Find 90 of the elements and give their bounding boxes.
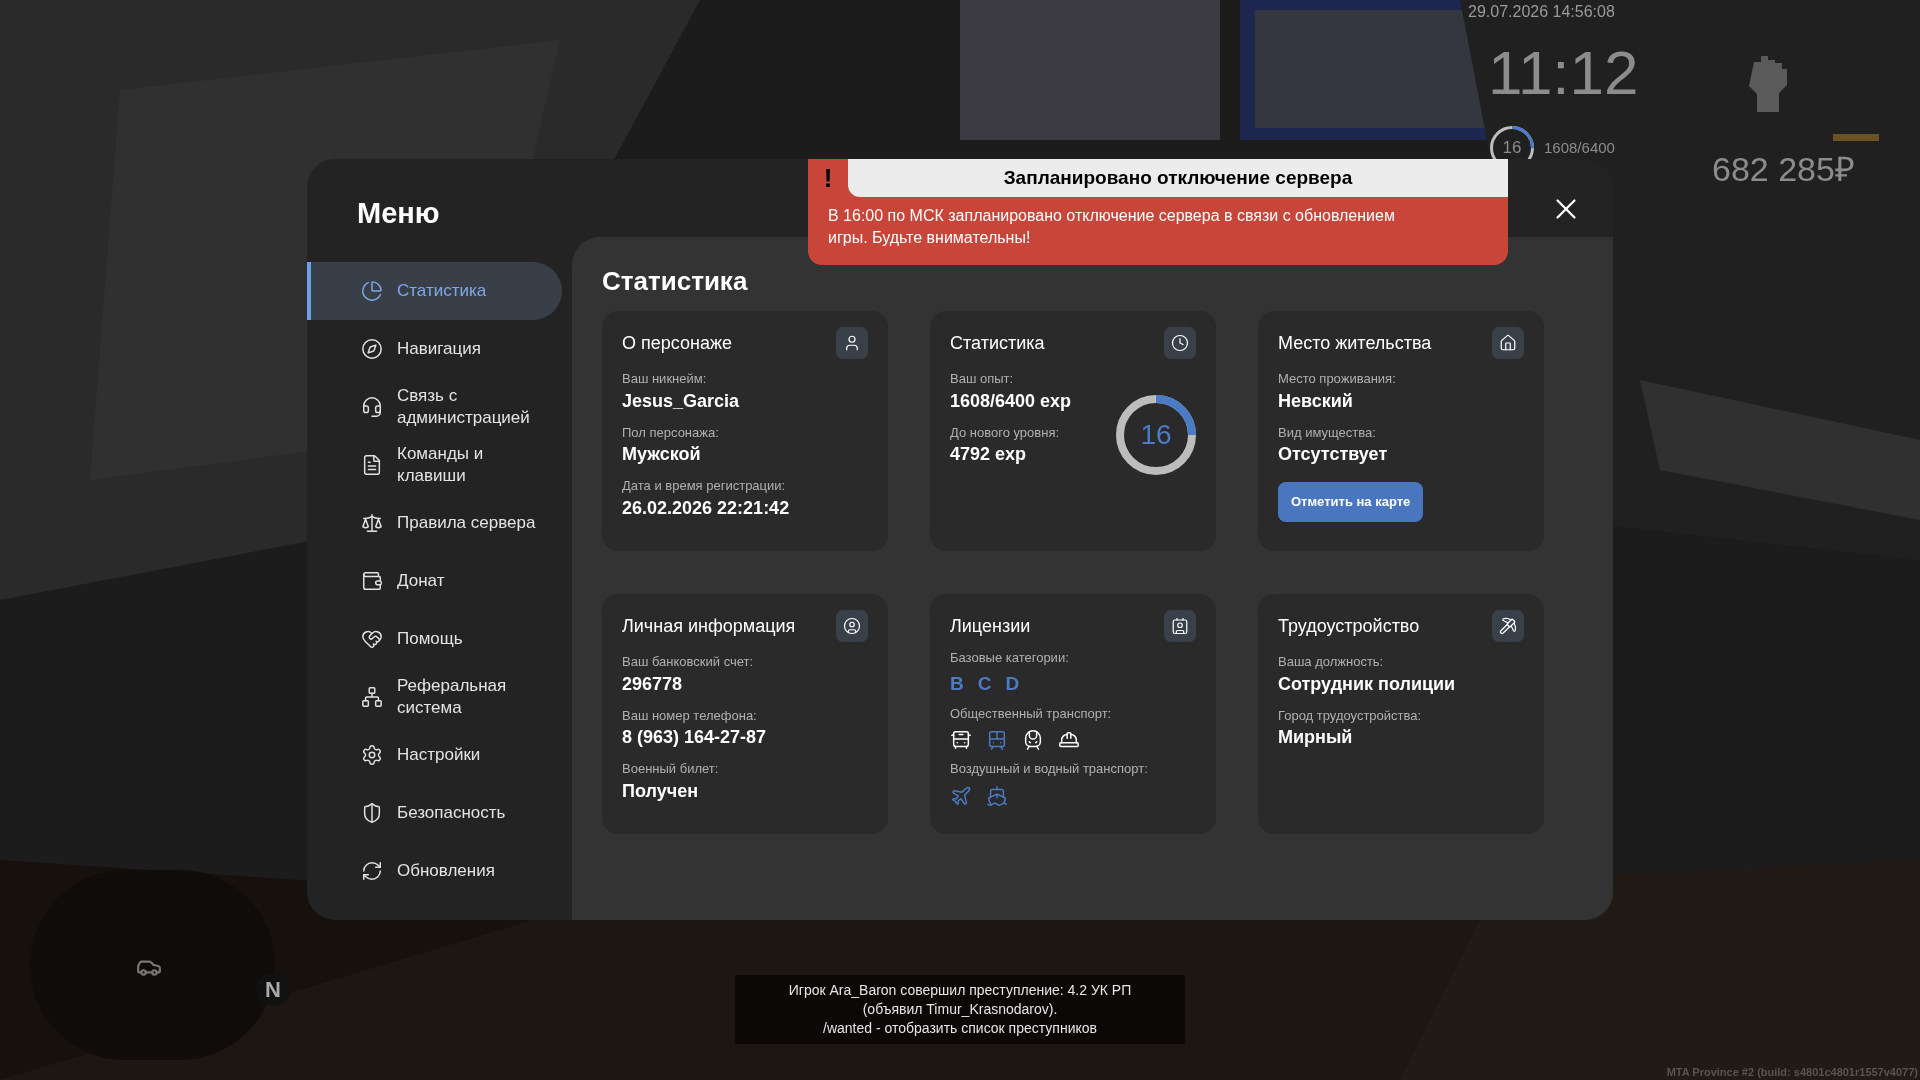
field-value: 26.02.2026 22:21:42 [622,496,791,520]
chat-line: (объявил Timur_Krasnodarov). [862,1000,1058,1019]
headset-icon [361,395,383,418]
sidebar-label: Помощь [397,627,464,650]
sidebar-label: Правила сервера [397,511,537,534]
field-value: Получен [622,779,700,803]
license-category: C [977,672,992,697]
pie-chart-icon [361,279,383,302]
notification-title: Запланировано отключение сервера [848,159,1508,197]
field-label: Ваша должность: [1278,653,1385,671]
sidebar-item[interactable]: Команды и клавиши [307,435,562,494]
scales-icon [361,511,383,534]
sidebar-label: Навигация [397,337,482,360]
clock: 11:12 [1488,42,1639,104]
card-title: Статистика [950,331,1045,355]
field-label: Ваш опыт: [950,370,1015,388]
field-value: Сотрудник полиции [1278,672,1457,696]
sidebar-item[interactable]: Настройки [307,725,562,784]
license-category: D [1005,672,1020,697]
pickaxe-icon [1492,610,1524,642]
field-value: Невский [1278,389,1354,413]
field-value: 4792 exp [950,443,1028,466]
sidebar-label: Обновления [397,859,496,882]
sidebar-item[interactable]: Помощь [307,609,562,668]
mark-on-map-button[interactable]: Отметить на карте [1278,482,1424,522]
card-title: О персонаже [622,331,732,355]
field-label: Дата и время регистрации: [622,477,787,495]
section-heading: Статистика [602,265,749,297]
field-label: Вид имущества: [1278,423,1377,442]
field-label: Военный билет: [622,760,720,778]
card-title: Личная информация [622,614,796,638]
money-balance: 682 285₽ [1712,149,1855,190]
user-icon [836,327,868,359]
wallet-icon [361,569,383,592]
sidebar-item[interactable]: Навигация [307,319,562,378]
money-bar-icon [1833,134,1879,141]
field-value: 8 (963) 164-27-87 [622,726,768,749]
field-label: Место проживания: [1278,370,1397,388]
date-time: 29.07.2026 14:56:08 [1468,2,1615,22]
field-label: Базовые категории: [950,649,1070,667]
house-icon [1492,327,1524,359]
sidebar-item[interactable]: Донат [307,551,562,610]
refresh-icon [361,859,383,882]
alert-mark: ! [822,161,834,195]
sidebar-label: Безопасность [397,801,507,824]
level-number: 16 [1139,418,1173,452]
card-title: Лицензии [950,614,1031,638]
sidebar-item[interactable]: Статистика [307,261,562,320]
sidebar-label: Команды и клавиши [397,442,485,487]
sidebar-label: Донат [397,569,446,592]
shield-icon [361,801,383,824]
field-value: Мирный [1278,726,1354,749]
field-label: Ваш банковский счет: [622,653,755,671]
sidebar-item[interactable]: Связь с администрацией [307,377,562,436]
document-icon [361,453,383,476]
field-label: Город трудоустройства: [1278,706,1423,725]
sidebar-item[interactable]: Обновления [307,841,562,900]
field-value: 1608/6400 exp [950,389,1072,413]
id-card-icon [1164,610,1196,642]
field-label: До нового уровня: [950,423,1061,442]
sidebar-item[interactable]: Реферальная система [307,667,562,726]
field-value: Jesus_Garcia [622,389,741,413]
sidebar-item[interactable]: Безопасность [307,783,562,842]
field-label: Пол персонажа: [622,423,720,442]
field-label: Ваш номер телефона: [622,706,758,725]
field-value: 296778 [622,672,684,696]
chat-line: Игрок Ara_Baron совершил преступление: 4.2 УК РП [788,981,1132,1000]
card-title: Место жительства [1278,331,1432,355]
field-value: Мужской [622,443,702,466]
license-category: B [950,672,964,697]
sidebar-item[interactable]: Правила сервера [307,493,562,552]
sidebar-label: Реферальная система [397,674,508,719]
experience-counter: 1608/6400 [1544,137,1615,158]
sidebar-label: Статистика [397,279,488,302]
compass-icon [361,337,383,360]
chat-line: /wanted - отобразить список преступников [823,1019,1097,1038]
card-title: Трудоустройство [1278,614,1420,638]
build-info: MTA Province #2 (build: s4801c4801r1557v4077) [1666,1064,1918,1080]
clock-icon [1164,327,1196,359]
field-label: Общественный транспорт: [950,704,1113,723]
notification-text: В 16:00 по МСК запланировано отключение сервера в связи с обновлением игры. Будьте внимательны! [827,206,1396,248]
settings-icon [361,743,383,766]
sidebar-label: Настройки [397,743,482,766]
field-label: Воздушный и водный транспорт: [950,760,1149,778]
field-label: Ваш никнейм: [622,370,708,388]
network-icon [361,685,383,708]
level-number: 16 [1501,137,1523,160]
sidebar-label: Связь с администрацией [397,384,531,429]
menu-title: Меню [356,196,441,231]
field-value: Отсутствует [1278,443,1389,466]
